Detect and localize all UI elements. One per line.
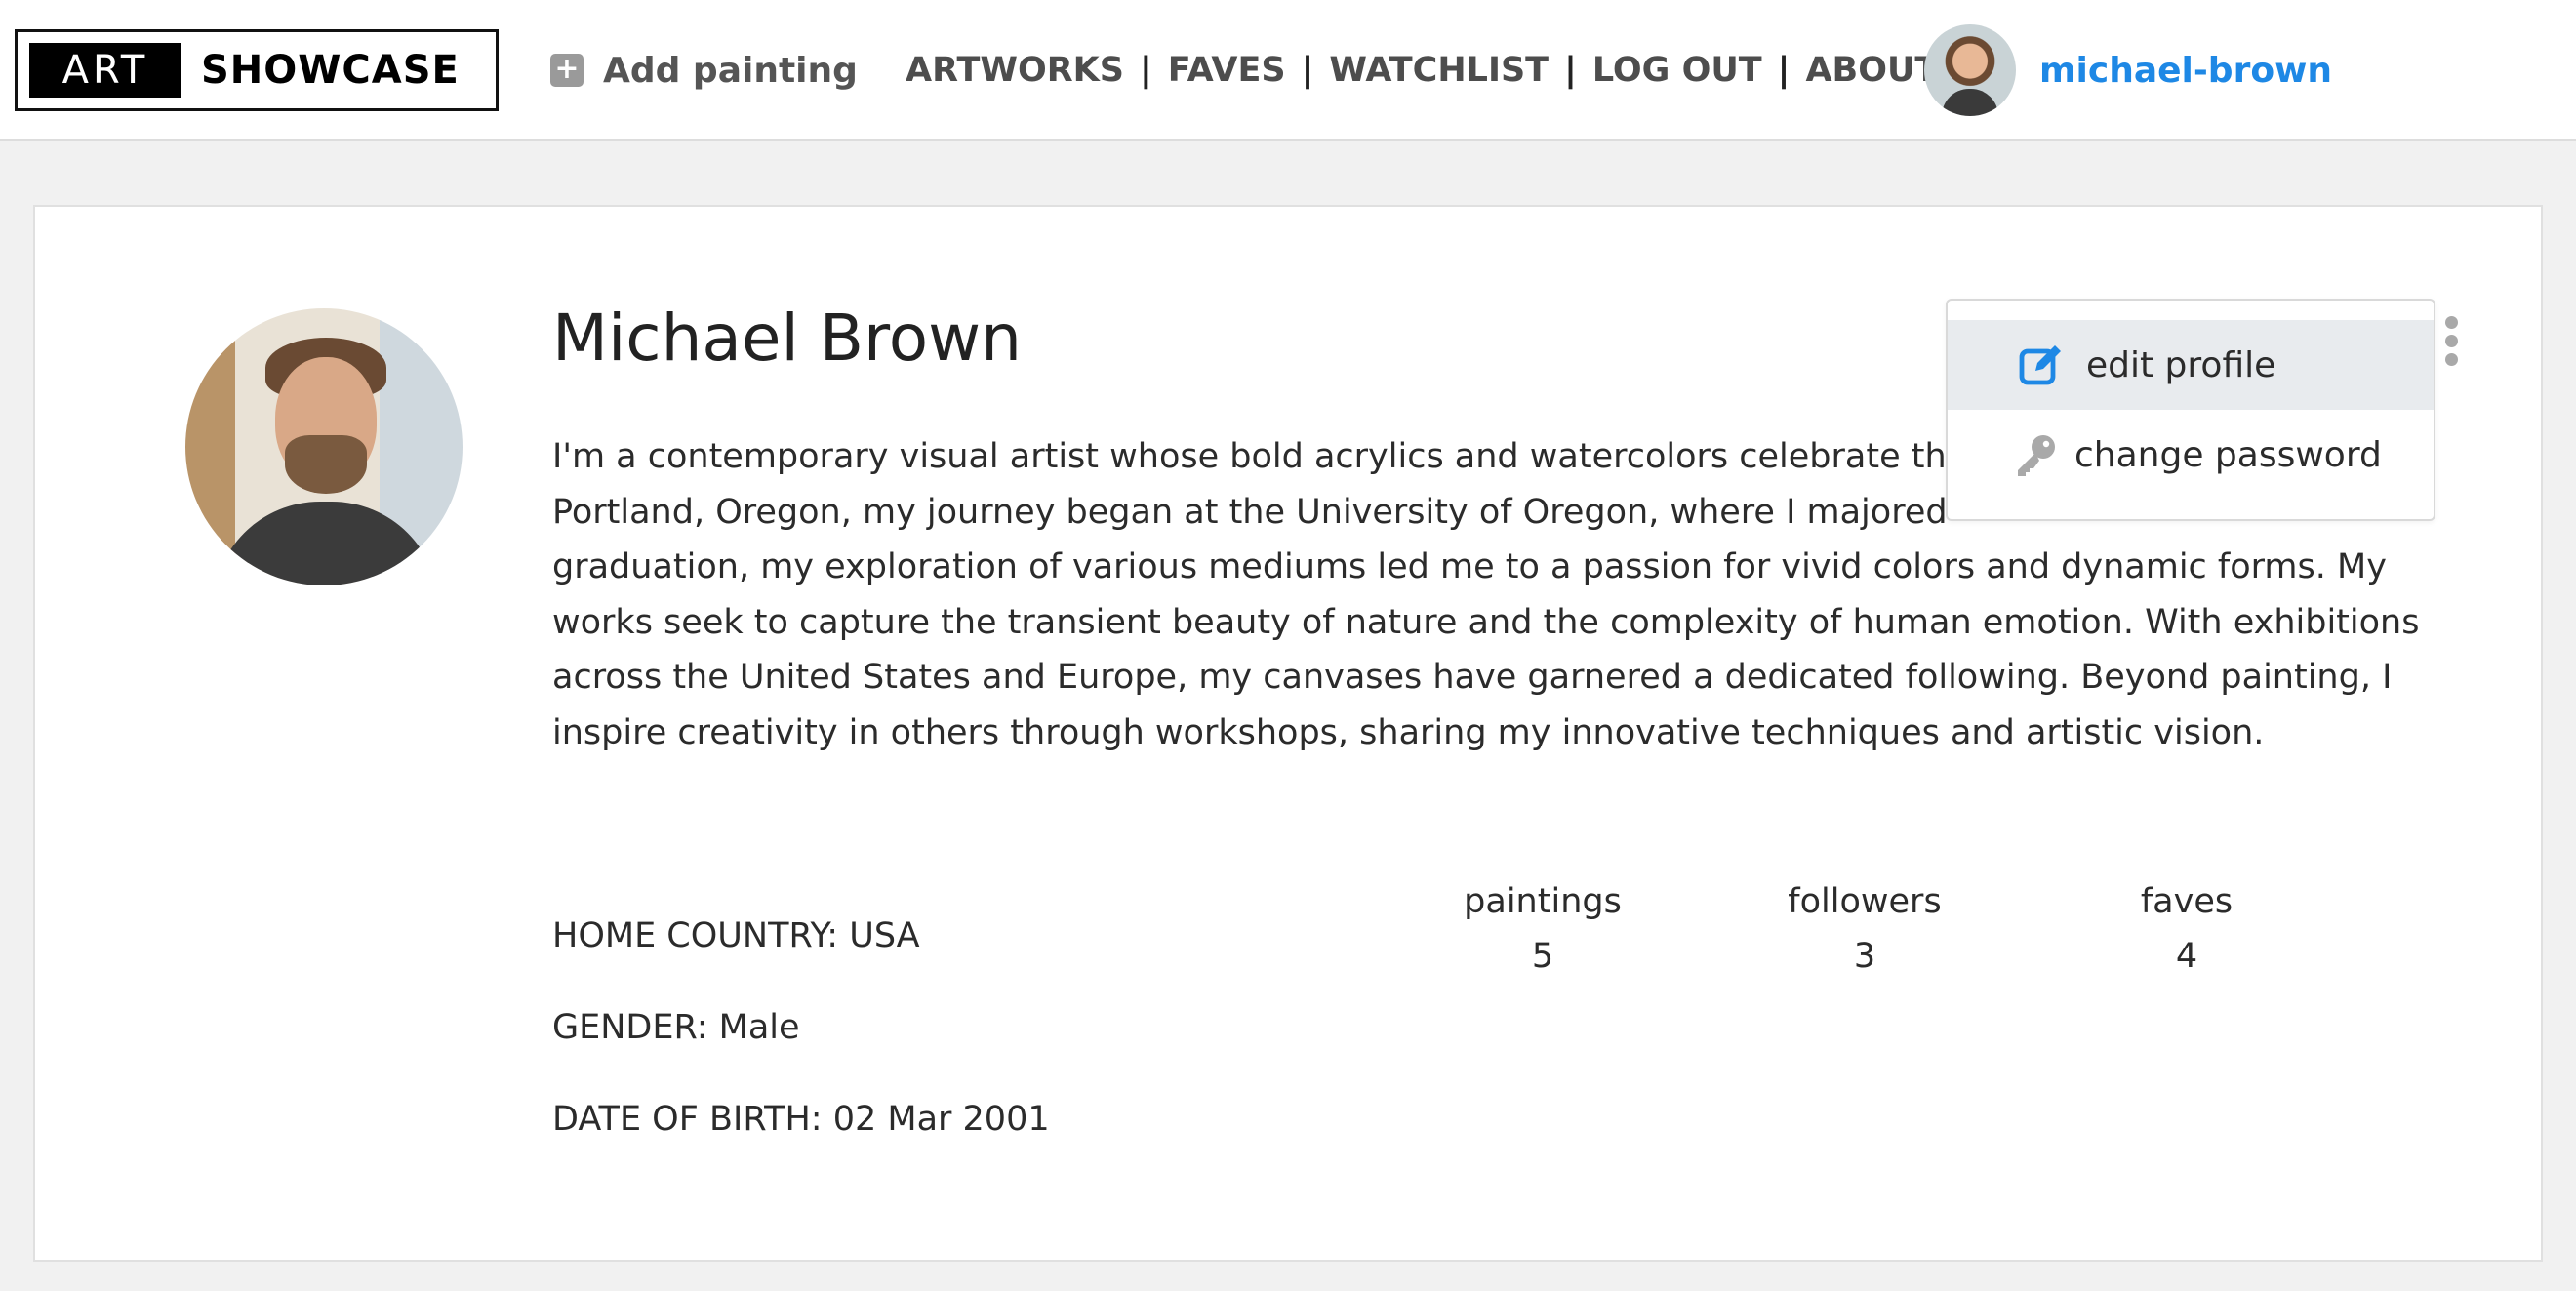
nav-about[interactable]: ABOUT <box>1805 51 1938 90</box>
stat-followers[interactable]: followers 3 <box>1704 874 2026 984</box>
home-country: HOME COUNTRY: USA <box>552 916 920 955</box>
logo-showcase-text: SHOWCASE <box>201 48 460 93</box>
nav-separator: | <box>1777 51 1791 90</box>
plus-icon: + <box>550 54 584 87</box>
nav-separator: | <box>1564 51 1577 90</box>
nav-log-out[interactable]: LOG OUT <box>1592 51 1762 90</box>
user-profile-link[interactable]: michael-brown <box>1924 23 2332 117</box>
stat-label: followers <box>1788 882 1942 921</box>
top-navigation-bar: ART SHOWCASE + Add painting ARTWORKS | F… <box>0 0 2576 141</box>
menu-item-change-password[interactable]: change password <box>1948 410 2434 500</box>
stat-value: 5 <box>1531 937 1554 976</box>
nav-separator: | <box>1301 51 1314 90</box>
add-painting-label: Add painting <box>603 50 858 91</box>
profile-photo <box>185 308 463 585</box>
profile-options-menu: edit profile change password <box>1946 299 2435 521</box>
stat-value: 3 <box>1853 937 1876 976</box>
menu-item-edit-profile[interactable]: edit profile <box>1948 320 2434 410</box>
nav-separator: | <box>1139 51 1152 90</box>
add-painting-button[interactable]: + Add painting <box>550 43 858 98</box>
bio-text: graduation, my exploration of various me… <box>552 547 2420 752</box>
gender: GENDER: Male <box>552 1008 800 1047</box>
nav-artworks[interactable]: ARTWORKS <box>906 51 1124 90</box>
menu-item-label: change password <box>2074 434 2382 475</box>
date-of-birth: DATE OF BIRTH: 02 Mar 2001 <box>552 1100 1050 1139</box>
edit-icon <box>2019 345 2061 385</box>
profile-stats: paintings 5 followers 3 faves 4 <box>1382 874 2348 984</box>
stat-label: paintings <box>1464 882 1622 921</box>
site-logo[interactable]: ART SHOWCASE <box>15 29 499 111</box>
username: michael-brown <box>2039 50 2332 91</box>
more-options-icon[interactable] <box>2439 316 2463 375</box>
logo-art-block: ART <box>29 43 181 98</box>
stat-value: 4 <box>2175 937 2198 976</box>
nav-watchlist[interactable]: WATCHLIST <box>1329 51 1549 90</box>
profile-name: Michael Brown <box>552 301 1022 376</box>
avatar <box>1924 24 2016 116</box>
stat-label: faves <box>2140 882 2234 921</box>
main-nav: ARTWORKS | FAVES | WATCHLIST | LOG OUT |… <box>906 43 1938 98</box>
nav-faves[interactable]: FAVES <box>1168 51 1286 90</box>
stat-faves[interactable]: faves 4 <box>2026 874 2348 984</box>
profile-details: HOME COUNTRY: USA GENDER: Male DATE OF B… <box>552 890 1050 1165</box>
stat-paintings[interactable]: paintings 5 <box>1382 874 1704 984</box>
key-icon <box>2018 435 2055 476</box>
menu-item-label: edit profile <box>2086 344 2276 385</box>
